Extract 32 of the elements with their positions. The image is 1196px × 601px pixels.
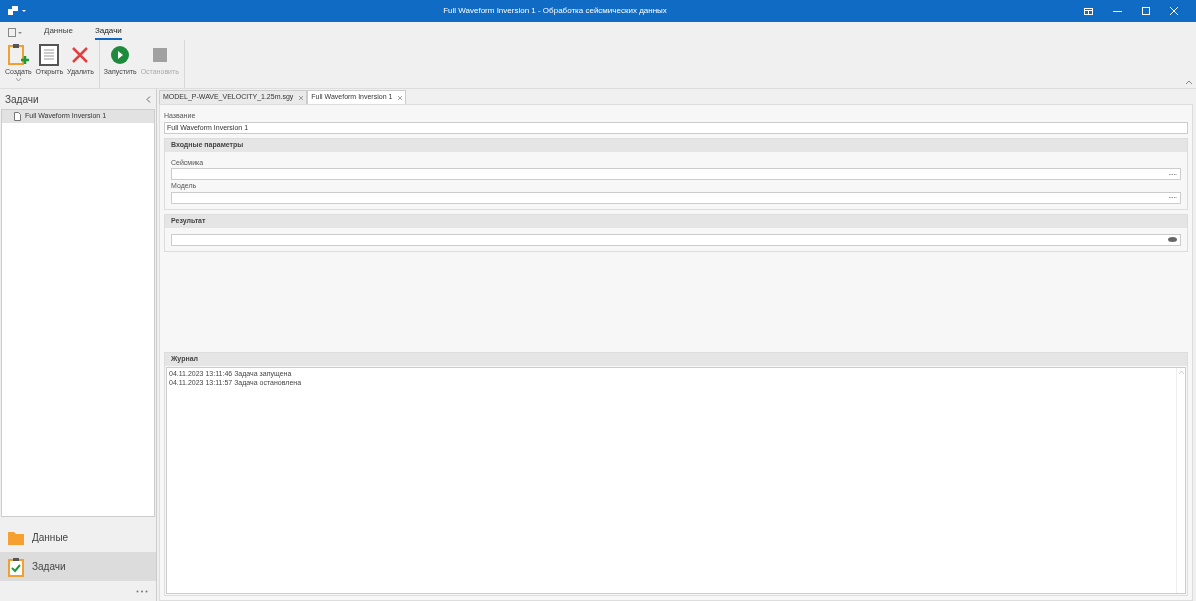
path-field[interactable]: [171, 168, 1181, 180]
chevron-left-icon[interactable]: [146, 95, 151, 103]
clipboard-check-icon: [8, 556, 24, 577]
eye-icon[interactable]: [1168, 237, 1177, 242]
collapse-icon[interactable]: [1186, 80, 1192, 84]
more-icon[interactable]: [136, 589, 148, 593]
app-menu-icon[interactable]: [8, 28, 22, 37]
close-icon[interactable]: [299, 95, 304, 100]
nav-label: Данные: [32, 531, 69, 545]
menu-tab[interactable]: Задачи: [94, 25, 122, 40]
path-field[interactable]: [171, 233, 1181, 246]
panel-title: Задачи: [5, 92, 39, 107]
ellipsis-icon[interactable]: [1169, 196, 1177, 199]
caret-icon: [15, 77, 21, 81]
menu-tab[interactable]: Данные: [44, 25, 73, 40]
nav-item[interactable]: Задачи: [0, 552, 156, 581]
scrollbar[interactable]: [1176, 368, 1185, 593]
window-title: Full Waveform Inversion 1 - Обработка сейсмических данных: [442, 5, 668, 17]
folder-icon: [8, 530, 24, 545]
maximize-icon[interactable]: [1142, 7, 1150, 15]
ellipsis-icon[interactable]: [1169, 172, 1177, 176]
nav-label: Задачи: [32, 560, 66, 574]
app-logo-icon: [8, 6, 26, 16]
layout-icon[interactable]: [1084, 7, 1093, 15]
close-icon[interactable]: [398, 95, 403, 100]
document-icon: [14, 112, 21, 121]
scroll-up-icon[interactable]: [1178, 371, 1184, 374]
play-icon: [109, 43, 132, 67]
document-icon: [38, 43, 61, 67]
path-field[interactable]: [171, 191, 1181, 204]
nav-item[interactable]: Данные: [0, 523, 156, 552]
clipboard-plus-icon: [7, 43, 30, 67]
